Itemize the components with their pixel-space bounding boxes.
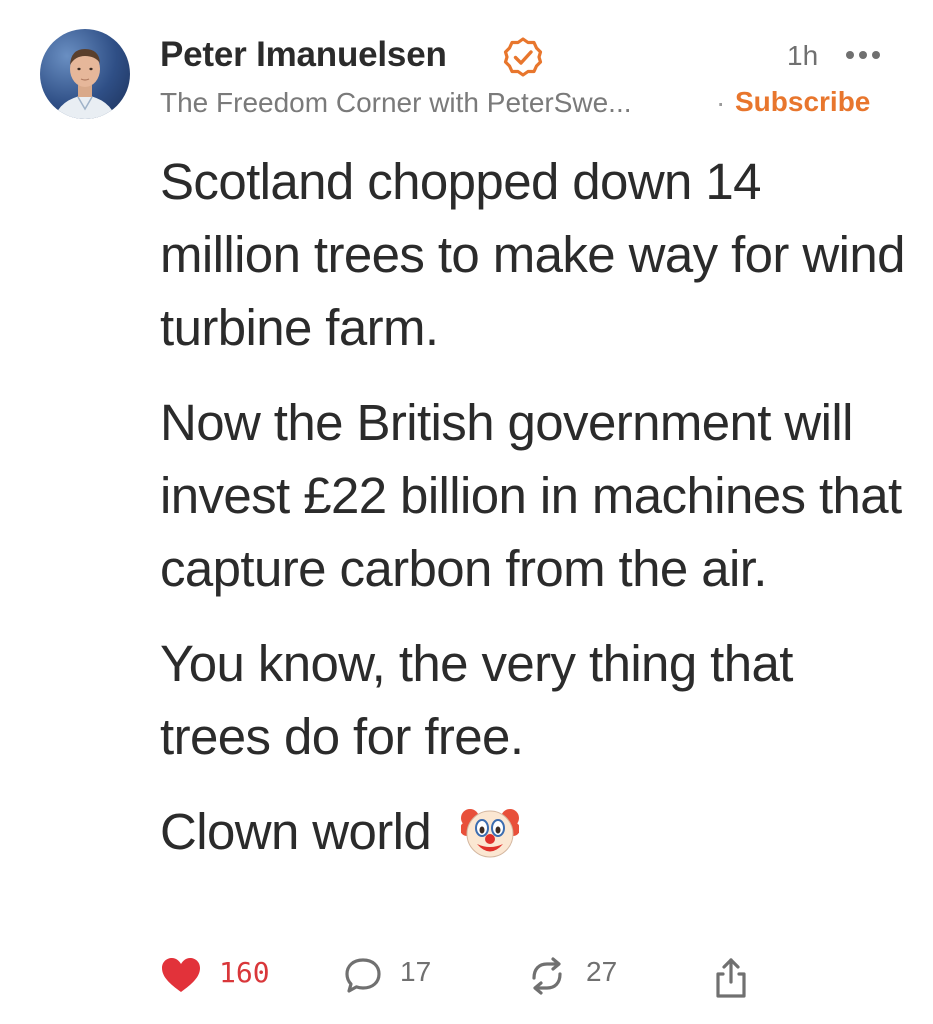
post-paragraph: Scotland chopped down 14 million trees t… (160, 153, 905, 356)
restack-icon (532, 957, 562, 995)
post-paragraph: You know, the very thing that trees do f… (160, 635, 793, 765)
share-icon (716, 958, 746, 998)
restack-count: 27 (586, 956, 618, 987)
publication-name[interactable]: The Freedom Corner with PeterSwe... (160, 87, 632, 119)
avatar[interactable] (40, 29, 130, 119)
like-count: 160 (219, 956, 270, 989)
last-line-text: Clown world (160, 803, 432, 860)
clown-face-icon (460, 808, 519, 858)
post-paragraph: Now the British government will invest £… (160, 394, 902, 597)
comment-count: 17 (400, 956, 432, 987)
avatar-photo (54, 49, 116, 119)
verified-badge-icon (503, 37, 543, 77)
post-actions: 160 17 27 (160, 950, 780, 1002)
post-time: 1h (787, 40, 819, 71)
heart-icon (162, 958, 200, 992)
post-paragraph-last: Clown world (160, 795, 910, 868)
separator: · (716, 87, 726, 118)
post-body: Scotland chopped down 14 million trees t… (160, 145, 910, 890)
more-icon[interactable] (845, 48, 881, 62)
subscribe-button[interactable]: Subscribe (735, 86, 870, 118)
comment-bubble-icon (345, 958, 381, 993)
author-name[interactable]: Peter Imanuelsen (160, 35, 447, 75)
